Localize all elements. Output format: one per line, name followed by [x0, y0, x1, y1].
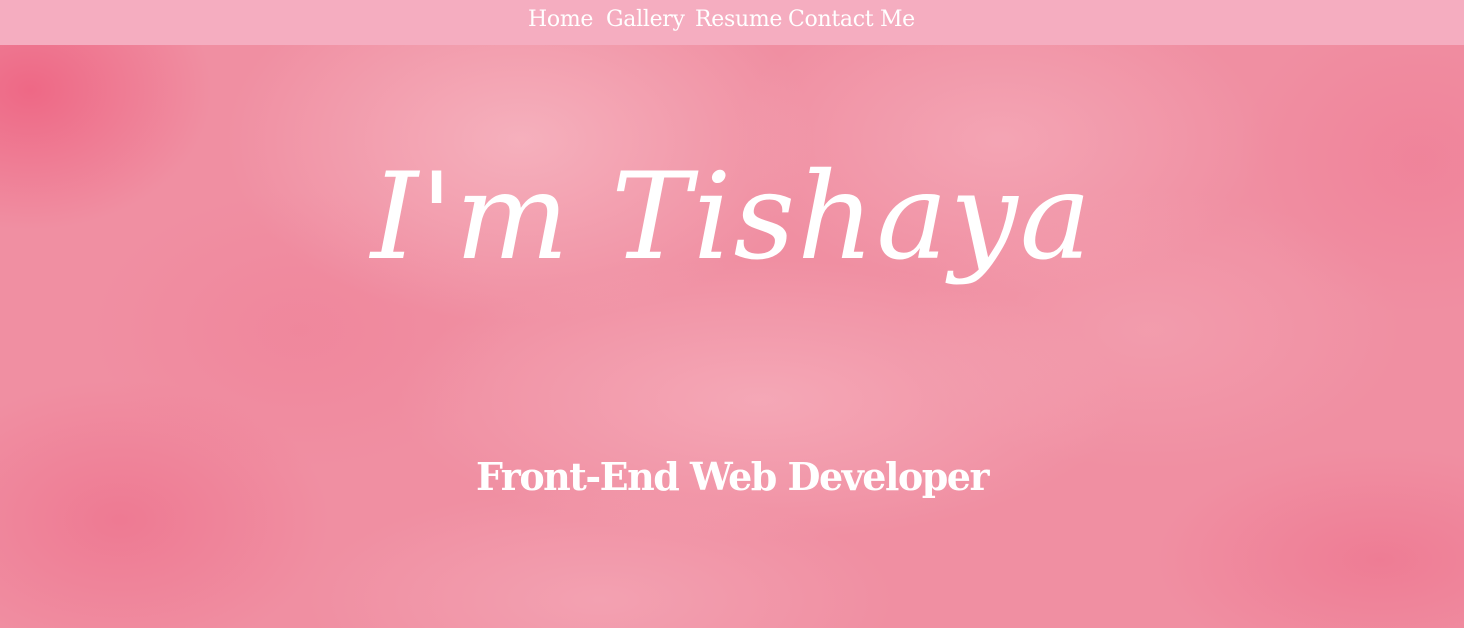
hero-section: Home Gallery Resume Contact Me I'm Tisha…	[0, 0, 1464, 628]
nav-gallery-link[interactable]: Gallery	[606, 6, 685, 34]
nav-links: Home Gallery Resume Contact Me	[0, 0, 1464, 45]
nav-home-link[interactable]: Home	[528, 6, 593, 34]
nav-contact-link[interactable]: Contact Me	[788, 6, 915, 34]
top-navbar: Home Gallery Resume Contact Me	[0, 0, 1464, 45]
hero-subtitle: Front-End Web Developer	[475, 454, 990, 499]
hero-title: I'm Tishaya	[370, 148, 1094, 287]
nav-resume-link[interactable]: Resume	[695, 6, 782, 34]
